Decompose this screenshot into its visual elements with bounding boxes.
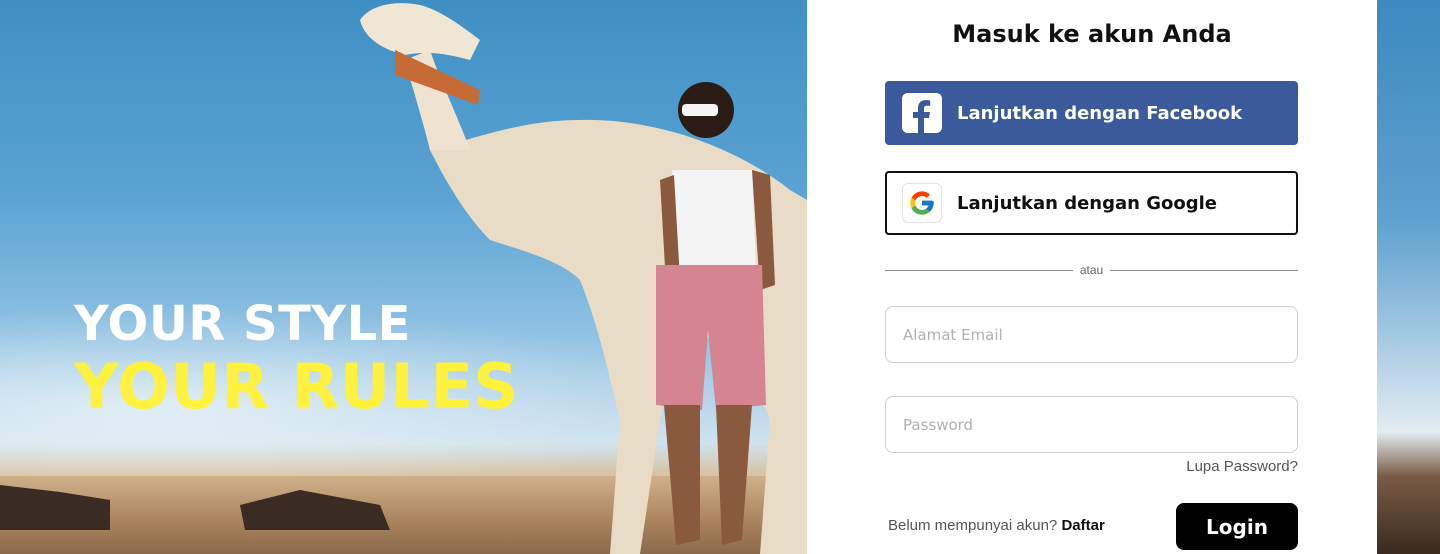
google-logo-icon	[902, 183, 942, 223]
right-background-image	[1377, 0, 1440, 554]
signup-prompt-text: Belum mempunyai akun?	[888, 517, 1058, 534]
hero-tagline: YOUR STYLE YOUR RULES	[74, 296, 519, 422]
or-divider: atau	[885, 260, 1299, 280]
divider-line-left	[885, 269, 1073, 271]
google-login-label: Lanjutkan dengan Google	[957, 192, 1218, 214]
divider-line-right	[1110, 269, 1299, 271]
hero-image: YOUR STYLE YOUR RULES	[0, 0, 807, 554]
signup-link[interactable]: Daftar	[1061, 517, 1104, 534]
login-panel: Masuk ke akun Anda Lanjutkan dengan Face…	[807, 0, 1377, 554]
forgot-password-link[interactable]: Lupa Password?	[1186, 458, 1298, 475]
facebook-logo-icon	[902, 93, 942, 133]
login-title: Masuk ke akun Anda	[952, 20, 1232, 48]
camel-model-illustration	[0, 3, 807, 554]
hero-tagline-line1: YOUR STYLE	[74, 296, 411, 352]
signup-prompt: Belum mempunyai akun? Daftar	[888, 517, 1105, 534]
facebook-login-button[interactable]: Lanjutkan dengan Facebook	[885, 81, 1298, 145]
hero-tagline-line2: YOUR RULES	[74, 350, 519, 423]
login-button[interactable]: Login	[1176, 503, 1298, 550]
email-field[interactable]	[885, 306, 1298, 363]
facebook-login-label: Lanjutkan dengan Facebook	[957, 102, 1243, 124]
divider-text: atau	[1079, 263, 1104, 277]
password-field[interactable]	[885, 396, 1298, 453]
google-login-button[interactable]: Lanjutkan dengan Google	[885, 171, 1298, 235]
